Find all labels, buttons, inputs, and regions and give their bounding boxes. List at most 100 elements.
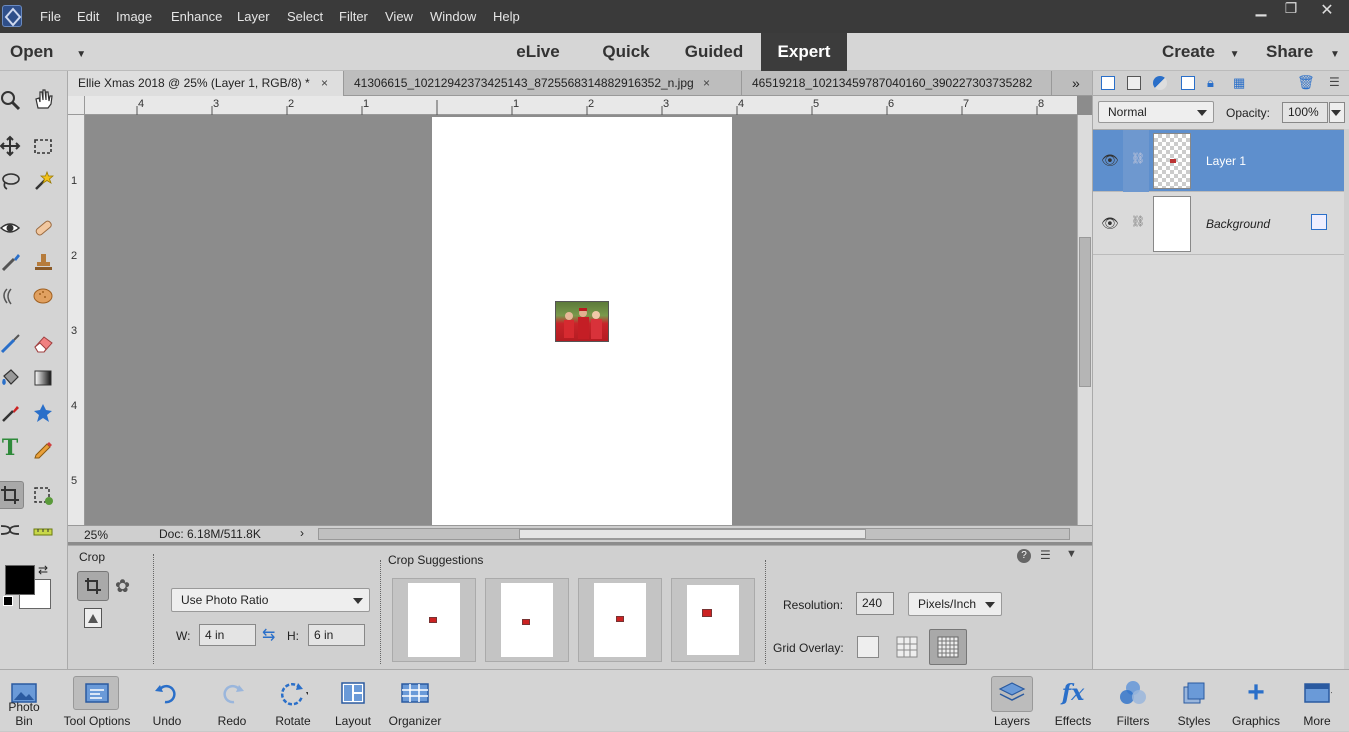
- layers-button[interactable]: Layers: [985, 670, 1039, 732]
- custom-shape-icon[interactable]: [29, 399, 57, 427]
- perspective-crop-icon[interactable]: [84, 608, 102, 628]
- horizontal-scrollbar[interactable]: [318, 528, 1070, 540]
- tab-guided[interactable]: Guided: [676, 33, 752, 71]
- convert-layer-icon[interactable]: [1311, 214, 1327, 230]
- eye-icon[interactable]: 👁︎: [1101, 215, 1119, 232]
- open-button[interactable]: Open ▼: [10, 33, 86, 71]
- more-button[interactable]: More: [1292, 670, 1342, 732]
- layer-mask-icon[interactable]: [1181, 76, 1195, 90]
- tab-expert[interactable]: Expert: [761, 33, 847, 71]
- menu-filter[interactable]: Filter: [339, 9, 368, 24]
- doc-tab-3[interactable]: 46519218_10213459787040160_3902273037352…: [742, 71, 1052, 96]
- crop-suggestion-3[interactable]: [578, 578, 662, 662]
- menu-enhance[interactable]: Enhance: [171, 9, 222, 24]
- crop-suggestion-4[interactable]: [671, 578, 755, 662]
- canvas-view[interactable]: [85, 115, 1077, 525]
- effects-button[interactable]: fx Effects: [1048, 670, 1098, 732]
- vertical-scrollbar[interactable]: [1077, 115, 1092, 525]
- menu-help[interactable]: Help: [493, 9, 520, 24]
- marquee-tool-icon[interactable]: [29, 132, 57, 160]
- layer-row-layer1[interactable]: 👁︎ ⛓︎ Layer 1: [1093, 130, 1344, 192]
- grid-none-icon[interactable]: [857, 636, 879, 658]
- graphics-button[interactable]: + Graphics: [1228, 670, 1284, 732]
- create-button[interactable]: Create ▼: [1162, 33, 1240, 71]
- link-icon[interactable]: ⛓︎: [1131, 152, 1145, 165]
- restore-icon[interactable]: ❐: [1276, 0, 1306, 18]
- eye-icon[interactable]: 👁︎: [1101, 152, 1119, 169]
- lock-icon[interactable]: 🔒︎: [1207, 75, 1214, 91]
- cookie-cutter-icon[interactable]: ✿: [115, 576, 130, 597]
- lasso-tool-icon[interactable]: [0, 166, 24, 194]
- tab-close-icon[interactable]: ×: [321, 76, 328, 90]
- eraser-tool-icon[interactable]: [29, 329, 57, 357]
- rotate-button[interactable]: Rotate: [268, 670, 318, 732]
- ratio-select[interactable]: Use Photo Ratio: [171, 588, 370, 612]
- tab-close-icon[interactable]: ×: [703, 76, 710, 90]
- recompose-tool-icon[interactable]: [29, 481, 57, 509]
- styles-button[interactable]: Styles: [1170, 670, 1218, 732]
- link-icon[interactable]: ⛓︎: [1131, 215, 1145, 228]
- eyedropper-icon[interactable]: [0, 399, 24, 427]
- layout-button[interactable]: Layout: [330, 670, 376, 732]
- resolution-field[interactable]: 240: [856, 592, 894, 615]
- zoom-level[interactable]: 25%: [84, 528, 108, 542]
- crop-suggestion-2[interactable]: [485, 578, 569, 662]
- collapse-chevron-icon[interactable]: ▼: [1066, 548, 1077, 560]
- paint-bucket-icon[interactable]: [0, 364, 24, 392]
- status-menu-icon[interactable]: ›: [300, 526, 304, 540]
- clone-stamp-icon[interactable]: [29, 248, 57, 276]
- blend-mode-select[interactable]: Normal: [1098, 101, 1214, 123]
- healing-brush-icon[interactable]: [29, 214, 57, 242]
- doc-tab-active[interactable]: Ellie Xmas 2018 @ 25% (Layer 1, RGB/8) *…: [68, 71, 344, 96]
- move-tool-icon[interactable]: [0, 132, 24, 160]
- new-layer-icon[interactable]: [1101, 76, 1115, 90]
- menu-select[interactable]: Select: [287, 9, 323, 24]
- opacity-field[interactable]: 100%: [1282, 102, 1328, 123]
- blur-tool-icon[interactable]: [0, 282, 24, 310]
- crop-tool-icon[interactable]: [0, 481, 24, 509]
- layers-menu-icon[interactable]: ☰: [1329, 75, 1340, 89]
- h-scroll-thumb[interactable]: [519, 529, 866, 539]
- undo-button[interactable]: Undo: [145, 670, 189, 732]
- grid-fine-icon[interactable]: [929, 629, 967, 665]
- swap-dimensions-icon[interactable]: ⇆: [262, 625, 275, 645]
- layers-scrollbar[interactable]: [1344, 129, 1349, 669]
- gradient-tool-icon[interactable]: [29, 364, 57, 392]
- opacity-dropdown[interactable]: [1329, 102, 1345, 123]
- width-field[interactable]: 4 in: [199, 624, 256, 646]
- content-aware-move-icon[interactable]: [0, 516, 24, 544]
- menu-layer[interactable]: Layer: [237, 9, 270, 24]
- hand-tool-icon[interactable]: [29, 85, 57, 113]
- menu-edit[interactable]: Edit: [77, 9, 99, 24]
- menu-window[interactable]: Window: [430, 9, 476, 24]
- new-group-icon[interactable]: [1127, 76, 1141, 90]
- straighten-tool-icon[interactable]: [29, 516, 57, 544]
- placed-photo[interactable]: [555, 301, 609, 342]
- pencil-tool-icon[interactable]: [29, 434, 57, 462]
- swap-colors-icon[interactable]: ⇄: [38, 563, 48, 577]
- menu-image[interactable]: Image: [116, 9, 152, 24]
- default-colors-icon[interactable]: [3, 596, 13, 606]
- smart-brush-icon[interactable]: [0, 248, 24, 276]
- menu-view[interactable]: View: [385, 9, 413, 24]
- lock-transparency-icon[interactable]: ▦: [1233, 75, 1245, 91]
- tool-options-button[interactable]: Tool Options: [60, 670, 134, 732]
- organizer-button[interactable]: Organizer: [384, 670, 446, 732]
- document-page[interactable]: [432, 117, 732, 525]
- crop-suggestion-1[interactable]: [392, 578, 476, 662]
- delete-layer-icon[interactable]: 🗑︎: [1297, 74, 1315, 91]
- doc-tab-2[interactable]: 41306615_10212942373425143_8725568314882…: [344, 71, 742, 96]
- menu-file[interactable]: File: [40, 9, 61, 24]
- layer-row-background[interactable]: 👁︎ ⛓︎ Background: [1093, 193, 1344, 255]
- panel-menu-icon[interactable]: ☰: [1040, 548, 1051, 562]
- magic-wand-icon[interactable]: [29, 166, 57, 194]
- tab-quick[interactable]: Quick: [592, 33, 660, 71]
- grid-thirds-icon[interactable]: [896, 636, 918, 658]
- scroll-thumb[interactable]: [1079, 237, 1091, 387]
- filters-button[interactable]: Filters: [1108, 670, 1158, 732]
- tabs-overflow-icon[interactable]: »: [1072, 75, 1080, 91]
- redo-button[interactable]: Redo: [210, 670, 254, 732]
- share-button[interactable]: Share ▼: [1266, 33, 1340, 71]
- height-field[interactable]: 6 in: [308, 624, 365, 646]
- sponge-tool-icon[interactable]: [29, 282, 57, 310]
